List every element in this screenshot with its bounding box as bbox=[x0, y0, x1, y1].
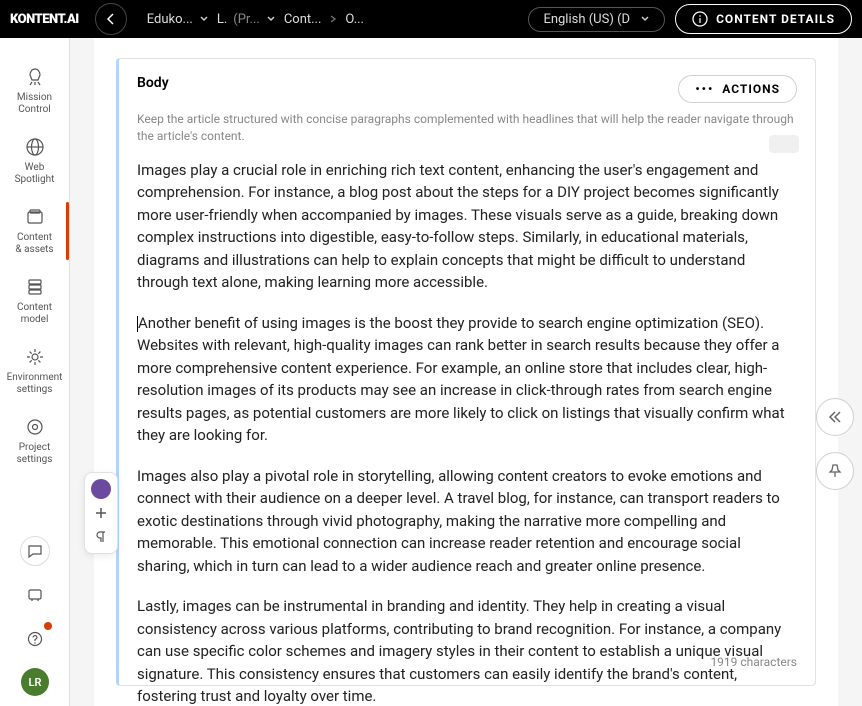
dots-icon: ••• bbox=[695, 82, 714, 96]
back-button[interactable] bbox=[95, 3, 127, 35]
breadcrumb-separator bbox=[329, 15, 337, 23]
language-selector[interactable]: English (US) (D bbox=[528, 7, 665, 32]
chat-button[interactable] bbox=[20, 536, 50, 566]
chevron-double-left-icon bbox=[827, 409, 843, 425]
editor-toolbar bbox=[84, 472, 118, 554]
paragraph: Lastly, images can be instrumental in br… bbox=[137, 595, 797, 706]
field-title: Body bbox=[137, 75, 169, 91]
breadcrumb-item-2[interactable]: Cont... bbox=[284, 12, 322, 27]
collapse-button[interactable] bbox=[816, 398, 854, 436]
help-icon bbox=[27, 631, 43, 647]
paragraph: Another benefit of using images is the b… bbox=[137, 312, 797, 447]
database-icon bbox=[24, 276, 46, 298]
sidebar-label: Environment settings bbox=[7, 372, 63, 396]
pin-button[interactable] bbox=[816, 452, 854, 490]
paragraph: Images also play a pivotal role in story… bbox=[137, 465, 797, 578]
help-button[interactable] bbox=[20, 624, 50, 654]
feedback-button[interactable] bbox=[20, 580, 50, 610]
breadcrumb-item-1[interactable]: L. (Pr... bbox=[217, 12, 276, 27]
rich-text-content[interactable]: Images play a crucial role in enriching … bbox=[137, 159, 797, 706]
content-details-button[interactable]: CONTENT DETAILS bbox=[675, 4, 852, 34]
chevron-left-icon bbox=[105, 13, 117, 25]
pin-icon bbox=[827, 463, 843, 479]
collaborator-avatar bbox=[91, 479, 111, 499]
chevron-down-icon bbox=[266, 14, 276, 24]
chevron-down-icon bbox=[640, 14, 650, 24]
sidebar-item-web-spotlight[interactable]: Web Spotlight bbox=[0, 126, 69, 196]
sidebar-item-environment-settings[interactable]: Environment settings bbox=[0, 336, 69, 406]
folder-icon bbox=[24, 206, 46, 228]
toolbar-paragraph-button[interactable] bbox=[89, 525, 113, 549]
placeholder-icon bbox=[769, 135, 799, 153]
settings-icon bbox=[24, 416, 46, 438]
globe-icon bbox=[24, 136, 46, 158]
sidebar-item-content-model[interactable]: Content model bbox=[0, 266, 69, 336]
toolbar-avatar[interactable] bbox=[89, 477, 113, 501]
chat-icon bbox=[27, 543, 43, 559]
character-count: 1919 characters bbox=[710, 655, 797, 669]
breadcrumb-item-3[interactable]: O... bbox=[345, 12, 364, 27]
plus-icon bbox=[94, 506, 108, 520]
info-icon bbox=[692, 11, 708, 27]
breadcrumb-item-0[interactable]: Eduko... bbox=[147, 12, 209, 27]
feedback-icon bbox=[27, 587, 43, 603]
sidebar-item-mission-control[interactable]: Mission Control bbox=[0, 56, 69, 126]
sidebar-item-project-settings[interactable]: Project settings bbox=[0, 406, 69, 476]
rocket-icon bbox=[24, 66, 46, 88]
sidebar-label: Content & assets bbox=[15, 232, 53, 256]
field-helper: Keep the article structured with concise… bbox=[137, 111, 797, 145]
paragraph: Images play a crucial role in enriching … bbox=[137, 159, 797, 294]
sidebar-label: Web Spotlight bbox=[15, 162, 55, 186]
sidebar-item-content-assets[interactable]: Content & assets bbox=[0, 196, 69, 266]
actions-button[interactable]: ••• ACTIONS bbox=[678, 75, 797, 103]
logo: KONTENT.AI bbox=[10, 12, 79, 27]
paragraph-icon bbox=[94, 530, 108, 544]
sidebar-label: Project settings bbox=[17, 442, 53, 466]
body-field[interactable]: Body ••• ACTIONS Keep the article struct… bbox=[116, 58, 816, 686]
sidebar-label: Content model bbox=[17, 302, 52, 326]
user-avatar[interactable]: LR bbox=[21, 668, 49, 696]
sidebar-label: Mission Control bbox=[17, 92, 52, 116]
toolbar-add-button[interactable] bbox=[89, 501, 113, 525]
chevron-down-icon bbox=[199, 14, 209, 24]
gear-icon bbox=[24, 346, 46, 368]
